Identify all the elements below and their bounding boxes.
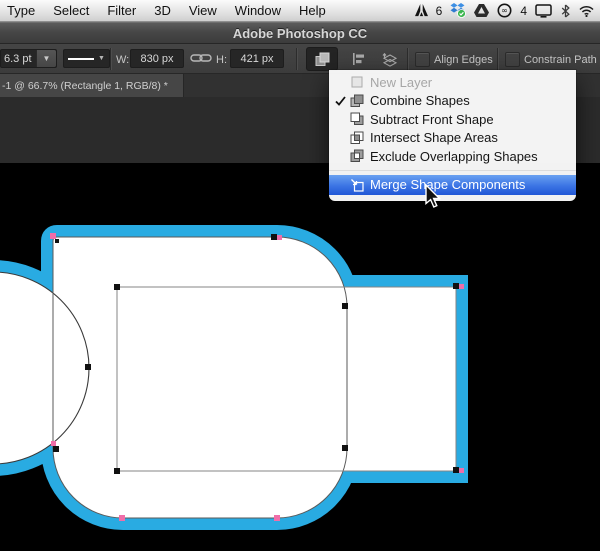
svg-text:∞: ∞ <box>501 6 508 15</box>
align-edges-checkbox[interactable] <box>415 52 430 67</box>
menu-option-exclude-overlapping-shapes[interactable]: Exclude Overlapping Shapes <box>329 147 576 166</box>
divider <box>296 48 298 70</box>
stroke-width-combo[interactable]: 6.3 pt ▼ <box>0 49 57 68</box>
chevron-down-icon: ▼ <box>98 55 105 62</box>
height-value: 421 px <box>240 53 273 65</box>
link-dimensions-icon[interactable] <box>190 51 212 65</box>
path-alignment-icon <box>351 52 366 66</box>
stroke-style-line-icon <box>68 58 94 60</box>
window-title-bar[interactable]: Adobe Photoshop CC <box>0 22 600 44</box>
document-tab[interactable]: -1 @ 66.7% (Rectangle 1, RGB/8) * <box>0 74 184 97</box>
window-title: Adobe Photoshop CC <box>233 26 367 41</box>
path-alignment-button[interactable] <box>345 47 371 71</box>
dropbox-icon[interactable] <box>450 3 466 18</box>
menu-option-intersect-shape-areas[interactable]: Intersect Shape Areas <box>329 129 576 148</box>
bluetooth-icon[interactable] <box>560 4 571 18</box>
path-arrangement-button[interactable] <box>376 47 402 71</box>
width-input[interactable]: 830 px <box>130 49 184 68</box>
wifi-icon[interactable] <box>579 5 594 17</box>
divider <box>407 48 409 70</box>
photoshop-screen: -1 @ 66.7% (Rectangle 1, RGB/8) * 6.3 pt… <box>0 0 600 551</box>
merge-shape-components-icon <box>350 178 367 192</box>
menu-item-select[interactable]: Select <box>53 3 89 18</box>
document-tab-title: -1 @ 66.7% (Rectangle 1, RGB/8) * <box>2 80 168 92</box>
path-operations-menu: New Layer Combine Shapes Subtr <box>329 70 576 201</box>
height-label: H: <box>216 54 227 66</box>
adobe-icon[interactable] <box>415 4 428 17</box>
shape-layer[interactable] <box>0 163 600 551</box>
menu-item-type[interactable]: Type <box>7 3 35 18</box>
menu-item-window[interactable]: Window <box>235 3 281 18</box>
menu-bar-status-icons: 6 ∞ <box>415 3 600 18</box>
width-value: 830 px <box>140 53 173 65</box>
menu-item-view[interactable]: View <box>189 3 217 18</box>
menu-separator <box>329 170 576 171</box>
height-input[interactable]: 421 px <box>230 49 284 68</box>
checkmark-icon <box>329 96 350 106</box>
google-drive-icon[interactable] <box>474 4 489 17</box>
stroke-width-value: 6.3 pt <box>4 53 32 65</box>
intersect-shape-areas-icon <box>350 131 367 145</box>
menu-item-filter[interactable]: Filter <box>107 3 136 18</box>
constrain-path-label: Constrain Path Dra <box>524 54 600 66</box>
menu-item-help[interactable]: Help <box>299 3 326 18</box>
display-icon[interactable] <box>535 4 552 18</box>
menu-option-combine-shapes[interactable]: Combine Shapes <box>329 92 576 111</box>
subtract-front-shape-icon <box>350 112 367 126</box>
chevron-down-icon[interactable]: ▼ <box>36 50 56 67</box>
path-arrangement-icon <box>381 52 397 67</box>
mouse-cursor-icon <box>424 184 442 215</box>
align-edges-label: Align Edges <box>434 54 493 66</box>
divider <box>497 48 499 70</box>
exclude-overlapping-shapes-icon <box>350 149 367 163</box>
menu-option-merge-shape-components[interactable]: Merge Shape Components <box>329 175 576 195</box>
cc-badge-count: 4 <box>520 4 527 18</box>
divider <box>110 48 112 70</box>
stroke-style-combo[interactable]: ▼ <box>63 49 110 68</box>
menu-option-subtract-front-shape[interactable]: Subtract Front Shape <box>329 110 576 129</box>
menu-option-new-layer: New Layer <box>329 73 576 92</box>
path-operations-button[interactable] <box>306 47 338 71</box>
document-canvas[interactable] <box>0 163 600 551</box>
combine-shapes-icon <box>350 94 367 108</box>
menu-item-3d[interactable]: 3D <box>154 3 171 18</box>
constrain-path-checkbox[interactable] <box>505 52 520 67</box>
menu-bar: Type Select Filter 3D View Window Help 6 <box>0 0 600 22</box>
adobe-badge-count: 6 <box>436 4 443 18</box>
creative-cloud-icon[interactable]: ∞ <box>497 3 512 18</box>
width-label: W: <box>116 54 129 66</box>
path-operations-icon <box>315 52 330 67</box>
new-layer-icon <box>350 75 367 89</box>
